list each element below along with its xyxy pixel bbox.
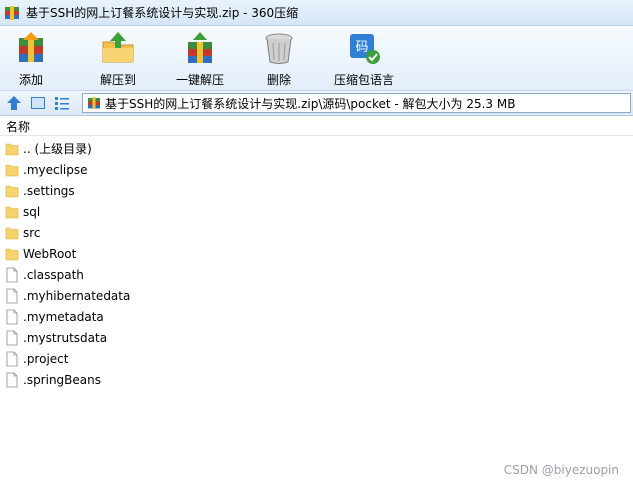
one-key-extract-label: 一键解压 [175,73,224,87]
folder-row[interactable]: WebRoot [0,243,633,264]
file-row[interactable]: .project [0,348,633,369]
archive-app-icon [5,5,19,20]
item-name: .classpath [23,267,84,282]
details-list-icon [55,97,69,110]
one-key-extract-button[interactable]: 一键解压 [160,26,240,88]
delete-label: 删除 [266,73,291,87]
item-name: WebRoot [23,246,77,261]
file-row[interactable]: .myhibernatedata [0,285,633,306]
folder-icon [5,164,19,176]
folder-icon [5,248,19,260]
window-title: 基于SSH的网上订餐系统设计与实现.zip - 360压缩 [26,6,299,20]
item-name: sql [23,204,41,219]
delete-button[interactable]: 删除 [254,26,304,88]
item-name: .mystrutsdata [23,330,108,345]
item-name: .myhibernatedata [23,288,131,303]
file-icon [6,288,18,303]
trash-bin-icon [265,33,293,64]
file-row[interactable]: .classpath [0,264,633,285]
folder-row[interactable]: .. (上级目录) [0,138,633,159]
language-code-icon: 码 [350,34,380,64]
address-path: 基于SSH的网上订餐系统设计与实现.zip\源码\pocket - 解包大小为 … [105,96,516,111]
archive-language-label: 压缩包语言 [333,73,394,87]
folder-icon [5,206,19,218]
folder-row[interactable]: .myeclipse [0,159,633,180]
archive-language-button[interactable]: 码 压缩包语言 [318,26,410,88]
add-label: 添加 [18,73,43,87]
item-name: .. (上级目录) [23,142,92,156]
item-name: .settings [23,183,75,198]
up-level-button[interactable] [4,93,24,113]
file-list: .. (上级目录) .myeclipse .settings sql src WebRoo… [0,138,633,390]
folder-row[interactable]: .settings [0,180,633,201]
folder-row[interactable]: sql [0,201,633,222]
item-name: .springBeans [23,372,101,387]
item-name: .myeclipse [23,162,88,177]
watermark: CSDN @biyezuopin [503,463,619,477]
item-name: src [23,225,41,240]
add-button[interactable]: 添加 [10,26,52,88]
file-row[interactable]: .springBeans [0,369,633,390]
extract-to-label: 解压到 [99,73,136,87]
archive-file-icon [88,97,100,109]
name-column-header[interactable]: 名称 [0,118,633,136]
name-column-label: 名称 [6,120,31,134]
file-icon [6,330,18,345]
view-large-icons-button[interactable] [28,93,48,113]
arrow-up-icon [7,96,21,110]
file-icon [6,351,18,366]
file-icon [6,372,18,387]
file-icon [6,267,18,282]
folder-icon [5,143,19,155]
item-name: .mymetadata [23,309,104,324]
folder-icon [5,227,19,239]
toolbar: 添加 解压到 一键解压 删除 码 压缩包语言 [0,26,633,90]
address-bar[interactable]: 基于SSH的网上订餐系统设计与实现.zip\源码\pocket - 解包大小为 … [82,93,631,113]
title-bar: 基于SSH的网上订餐系统设计与实现.zip - 360压缩 [0,0,633,26]
view-details-button[interactable] [52,93,72,113]
item-name: .project [23,351,69,366]
file-row[interactable]: .mystrutsdata [0,327,633,348]
navigation-bar: 基于SSH的网上订餐系统设计与实现.zip\源码\pocket - 解包大小为 … [0,90,633,116]
language-badge-text: 码 [355,40,368,55]
folder-row[interactable]: src [0,222,633,243]
file-row[interactable]: .mymetadata [0,306,633,327]
one-key-extract-icon [188,32,212,63]
large-icons-view-icon [31,97,45,109]
folder-icon [5,185,19,197]
add-archive-icon [19,32,43,62]
extract-to-button[interactable]: 解压到 [82,26,154,88]
file-icon [6,309,18,324]
extract-folder-icon [102,32,134,63]
